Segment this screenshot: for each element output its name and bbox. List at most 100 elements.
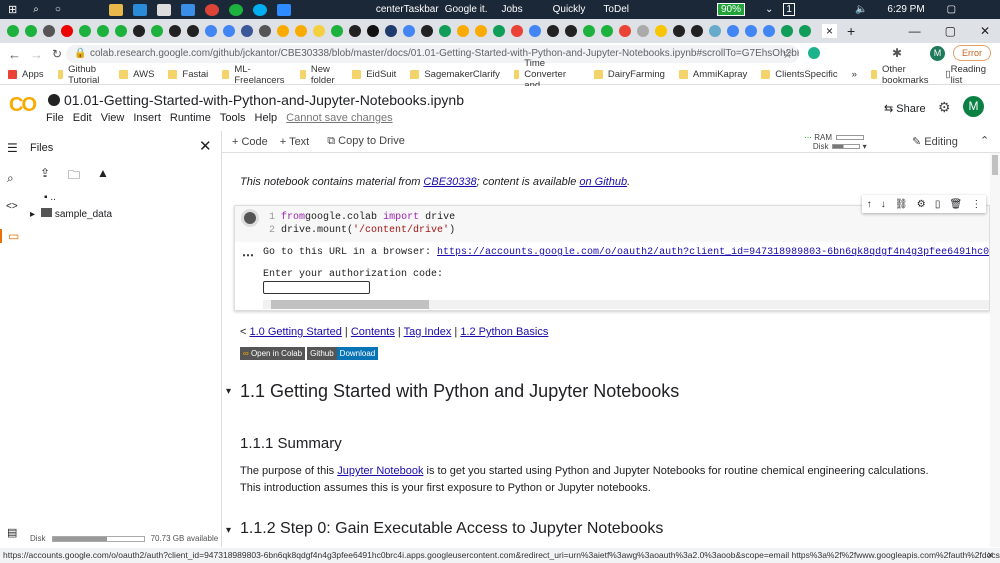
tab-favicon[interactable] bbox=[619, 25, 631, 37]
extension-icon[interactable] bbox=[808, 47, 820, 59]
tab-favicon[interactable] bbox=[529, 25, 541, 37]
copy-to-drive-button[interactable]: ⧉ Copy to Drive bbox=[327, 135, 405, 148]
tab-favicon[interactable] bbox=[205, 25, 217, 37]
tab-favicon[interactable] bbox=[421, 25, 433, 37]
reload-icon[interactable]: ↻ bbox=[52, 47, 62, 61]
code-snippets-icon[interactable]: <> bbox=[6, 201, 18, 212]
tab-favicon[interactable] bbox=[43, 25, 55, 37]
store-icon[interactable] bbox=[156, 3, 171, 16]
user-avatar[interactable]: M bbox=[963, 96, 984, 117]
menu-runtime[interactable]: Runtime bbox=[170, 112, 211, 124]
output-menu-icon[interactable]: ⋯ bbox=[242, 248, 254, 262]
tab-favicon[interactable] bbox=[583, 25, 595, 37]
horizontal-scrollbar[interactable] bbox=[263, 300, 989, 309]
bookmark-star-icon[interactable]: ☆ bbox=[782, 47, 793, 61]
tab-favicon[interactable] bbox=[295, 25, 307, 37]
menu-view[interactable]: View bbox=[101, 112, 125, 124]
collapse-icon[interactable]: ⌃ bbox=[980, 134, 989, 147]
chevron-up-icon[interactable]: ⌄ bbox=[765, 4, 773, 15]
oauth-link[interactable]: https://accounts.google.com/o/oauth2/aut… bbox=[437, 247, 989, 258]
more-icon[interactable]: ⋮ bbox=[971, 199, 981, 210]
battery-indicator[interactable]: 90% bbox=[717, 3, 746, 16]
tab-favicon[interactable] bbox=[187, 25, 199, 37]
windows-start-icon[interactable]: ⊞ bbox=[8, 3, 17, 16]
menu-tools[interactable]: Tools bbox=[220, 112, 246, 124]
mirror-cell-icon[interactable]: ▯ bbox=[935, 199, 941, 210]
menu-insert[interactable]: Insert bbox=[133, 112, 161, 124]
taskbar-link[interactable]: Quickly bbox=[553, 4, 586, 15]
code-editor[interactable]: 1 fromgoogle.colab import drive 2 drive.m… bbox=[269, 211, 455, 237]
nav-link[interactable]: Tag Index bbox=[404, 326, 452, 338]
notebook-title[interactable]: 01.01-Getting-Started-with-Python-and-Ju… bbox=[64, 92, 464, 108]
colab-logo[interactable]: CO bbox=[9, 94, 37, 117]
add-code-button[interactable]: + Code bbox=[232, 136, 268, 148]
files-folder-icon[interactable]: ▭ bbox=[0, 229, 19, 243]
taskbar-link[interactable]: Jobs bbox=[502, 4, 523, 15]
tab-favicon[interactable] bbox=[799, 25, 811, 37]
tab-favicon[interactable] bbox=[601, 25, 613, 37]
tab-favicon[interactable] bbox=[547, 25, 559, 37]
close-icon[interactable]: ✕ bbox=[987, 548, 994, 563]
desktop-number[interactable]: 1 bbox=[783, 3, 795, 16]
bookmark-item[interactable]: AWS bbox=[119, 69, 154, 80]
tab-favicon[interactable] bbox=[637, 25, 649, 37]
bookmark-item[interactable]: SagemakerClarify bbox=[410, 69, 500, 80]
reading-list[interactable]: ▯ Reading list bbox=[945, 64, 986, 86]
minimize-button[interactable]: — bbox=[909, 24, 921, 38]
bookmark-item[interactable]: EidSuit bbox=[352, 69, 396, 80]
download-badge[interactable]: Download bbox=[336, 347, 379, 360]
tab-favicon[interactable] bbox=[349, 25, 361, 37]
github-link[interactable]: on Github bbox=[579, 176, 627, 188]
tab-favicon[interactable] bbox=[457, 25, 469, 37]
close-icon[interactable]: ✕ bbox=[199, 137, 212, 155]
profile-avatar[interactable]: M bbox=[930, 46, 945, 61]
close-window-button[interactable]: ✕ bbox=[980, 24, 990, 38]
tab-favicon[interactable] bbox=[313, 25, 325, 37]
clock[interactable]: 6:29 PM bbox=[887, 4, 924, 15]
tab-favicon[interactable] bbox=[241, 25, 253, 37]
code-cell[interactable]: 1 fromgoogle.colab import drive 2 drive.m… bbox=[234, 205, 990, 311]
close-tab-icon[interactable]: × bbox=[822, 24, 838, 38]
run-cell-button[interactable] bbox=[241, 209, 259, 227]
editing-button[interactable]: ✎ Editing bbox=[912, 135, 958, 148]
tab-favicon[interactable] bbox=[709, 25, 721, 37]
add-text-button[interactable]: + Text bbox=[280, 136, 309, 148]
tab-favicon[interactable] bbox=[115, 25, 127, 37]
tab-favicon[interactable] bbox=[727, 25, 739, 37]
jupyter-notebook-link[interactable]: Jupyter Notebook bbox=[337, 465, 423, 477]
tab-favicon[interactable] bbox=[169, 25, 181, 37]
edge-icon[interactable] bbox=[132, 3, 147, 16]
notification-icon[interactable]: ▢ bbox=[947, 4, 956, 15]
tab-favicon[interactable] bbox=[79, 25, 91, 37]
tab-favicon[interactable] bbox=[511, 25, 523, 37]
terminal-icon[interactable]: ▤ bbox=[7, 526, 17, 539]
tab-favicon[interactable] bbox=[493, 25, 505, 37]
tab-favicon[interactable] bbox=[763, 25, 775, 37]
menu-file[interactable]: File bbox=[46, 112, 64, 124]
toc-icon[interactable]: ☰ bbox=[7, 141, 18, 155]
file-item-parent[interactable]: ▪ .. bbox=[44, 192, 56, 203]
nav-link[interactable]: Contents bbox=[351, 326, 395, 338]
auth-code-input[interactable] bbox=[263, 281, 370, 294]
tab-favicon[interactable] bbox=[259, 25, 271, 37]
bookmark-item[interactable]: ClientsSpecific bbox=[761, 69, 838, 80]
tab-favicon[interactable] bbox=[439, 25, 451, 37]
bookmark-item[interactable]: Github Tutorial bbox=[57, 64, 105, 86]
nav-link[interactable]: 1.2 Python Basics bbox=[460, 326, 548, 338]
forward-icon[interactable]: → bbox=[30, 47, 43, 62]
tab-favicon[interactable] bbox=[673, 25, 685, 37]
tab-favicon[interactable] bbox=[745, 25, 757, 37]
bookmark-item[interactable]: Apps bbox=[8, 69, 44, 80]
nav-link[interactable]: 1.0 Getting Started bbox=[249, 326, 341, 338]
search-icon[interactable]: ⌕ bbox=[33, 4, 39, 15]
cbe30338-link[interactable]: CBE30338 bbox=[423, 176, 476, 188]
tab-favicon[interactable] bbox=[691, 25, 703, 37]
cortana-icon[interactable]: ○ bbox=[55, 4, 61, 15]
tab-favicon[interactable] bbox=[403, 25, 415, 37]
more-bookmarks[interactable]: » bbox=[852, 69, 857, 80]
tab-favicon[interactable] bbox=[61, 25, 73, 37]
chrome-icon[interactable] bbox=[204, 3, 219, 16]
bookmark-item[interactable]: DairyFarming bbox=[593, 69, 665, 80]
taskbar-link[interactable]: ToDel bbox=[603, 4, 629, 15]
collapse-section-icon[interactable]: ▾ bbox=[226, 525, 231, 536]
